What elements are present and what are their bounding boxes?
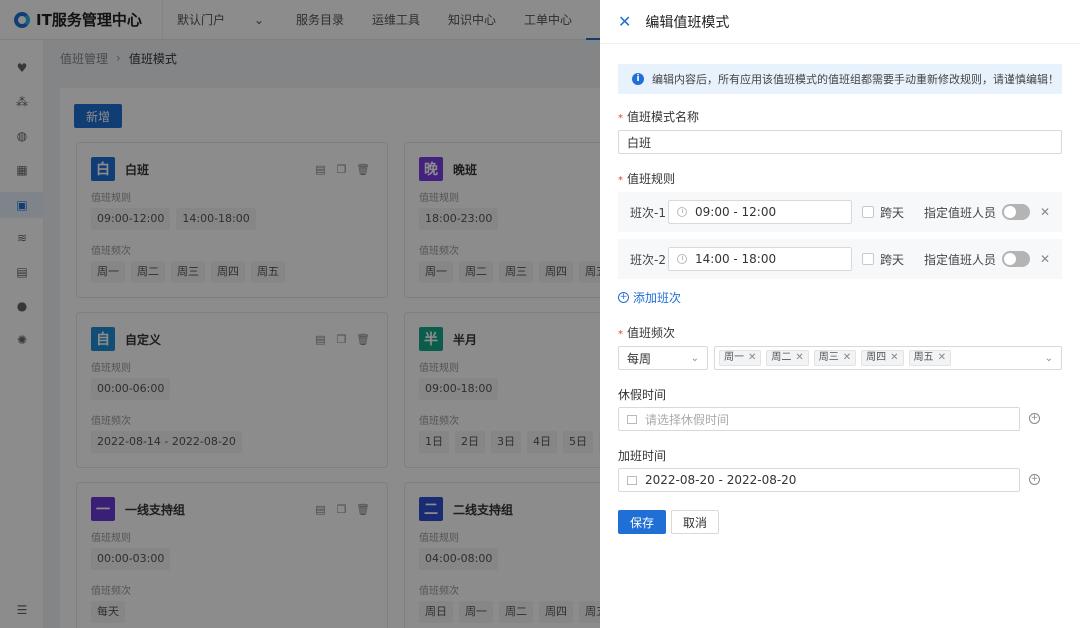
time-range-value: 14:00 - 18:00 <box>695 252 777 266</box>
add-shift-link[interactable]: + 添加班次 <box>618 289 681 306</box>
info-icon: i <box>632 73 644 85</box>
day-tag: 周五 ✕ <box>908 350 951 366</box>
required-mark: * <box>618 329 623 340</box>
name-label: * 值班模式名称 <box>618 108 699 125</box>
time-range-value: 09:00 - 12:00 <box>695 205 777 219</box>
tag-close-icon[interactable]: ✕ <box>938 352 946 363</box>
holiday-label: 休假时间 <box>618 388 667 402</box>
day-tag: 周一 ✕ <box>719 350 762 366</box>
cross-day-label: 跨天 <box>880 252 905 267</box>
time-range-input[interactable]: 09:00 - 12:00 <box>668 200 852 224</box>
assign-toggle[interactable] <box>1002 204 1031 220</box>
calendar-icon <box>627 475 637 485</box>
required-mark: * <box>618 175 623 186</box>
shift-row: 班次-1 09:00 - 12:00 跨天 指定值班人员 ✕ <box>618 192 1062 232</box>
shift-row: 班次-2 14:00 - 18:00 跨天 指定值班人员 ✕ <box>618 239 1062 279</box>
notice-text: 编辑内容后，所有应用该值班模式的值班组都需要手动重新修改规则，请谨慎编辑！ <box>652 73 1059 86</box>
cancel-button[interactable]: 取消 <box>671 510 719 534</box>
name-value: 白班 <box>627 135 652 150</box>
freq-label: * 值班频次 <box>618 324 675 341</box>
shift-name: 班次-1 <box>630 205 666 220</box>
chevron-down-icon: ⌄ <box>1044 352 1053 364</box>
add-overtime-icon[interactable]: + <box>1029 474 1040 485</box>
freq-label-text: 值班频次 <box>627 326 676 340</box>
remove-shift-icon[interactable]: ✕ <box>1040 205 1050 219</box>
assign-toggle[interactable] <box>1002 251 1031 267</box>
clock-icon <box>677 254 687 264</box>
overtime-label: 加班时间 <box>618 449 667 463</box>
overtime-date-input[interactable]: 2022-08-20 - 2022-08-20 <box>618 468 1020 492</box>
clock-icon <box>677 207 687 217</box>
freq-type-value: 每周 <box>627 351 652 366</box>
freq-days-select[interactable]: 周一 ✕ 周二 ✕ 周三 ✕ 周四 ✕ 周五 ✕ ⌄ <box>714 346 1062 370</box>
add-holiday-icon[interactable]: + <box>1029 413 1040 424</box>
day-tag: 周三 ✕ <box>813 350 857 366</box>
holiday-placeholder: 请选择休假时间 <box>645 412 730 427</box>
name-input[interactable]: 白班 <box>618 130 1062 154</box>
close-icon[interactable]: ✕ <box>618 12 631 31</box>
drawer-header: ✕ 编辑值班模式 <box>600 0 1080 44</box>
tag-close-icon[interactable]: ✕ <box>748 352 756 363</box>
warning-notice: i 编辑内容后，所有应用该值班模式的值班组都需要手动重新修改规则，请谨慎编辑！ <box>618 64 1062 94</box>
add-shift-label: 添加班次 <box>633 291 682 305</box>
remove-shift-icon[interactable]: ✕ <box>1040 252 1050 266</box>
shift-name: 班次-2 <box>630 252 666 267</box>
cross-day-checkbox[interactable] <box>862 206 874 218</box>
day-tag: 周二 ✕ <box>766 350 809 366</box>
assign-label: 指定值班人员 <box>924 205 997 220</box>
drawer-title: 编辑值班模式 <box>645 14 730 31</box>
rules-label: * 值班规则 <box>618 170 675 187</box>
save-button[interactable]: 保存 <box>618 510 666 534</box>
freq-type-select[interactable]: 每周 ⌄ <box>618 346 708 370</box>
calendar-icon <box>627 414 637 424</box>
day-tag: 周四 ✕ <box>861 350 904 366</box>
cross-day-checkbox[interactable] <box>862 253 874 265</box>
overtime-value: 2022-08-20 - 2022-08-20 <box>645 473 797 487</box>
plus-circle-icon: + <box>618 292 629 303</box>
tag-close-icon[interactable]: ✕ <box>795 352 803 363</box>
time-range-input[interactable]: 14:00 - 18:00 <box>668 247 852 271</box>
tag-close-icon[interactable]: ✕ <box>843 352 851 363</box>
chevron-down-icon: ⌄ <box>690 352 699 364</box>
rules-label-text: 值班规则 <box>627 172 676 186</box>
cross-day-label: 跨天 <box>880 205 905 220</box>
name-label-text: 值班模式名称 <box>627 110 700 124</box>
assign-label: 指定值班人员 <box>924 252 997 267</box>
holiday-date-input[interactable]: 请选择休假时间 <box>618 407 1020 431</box>
tag-close-icon[interactable]: ✕ <box>890 352 898 363</box>
required-mark: * <box>618 113 623 124</box>
edit-drawer: ✕ 编辑值班模式 i 编辑内容后，所有应用该值班模式的值班组都需要手动重新修改规… <box>600 0 1080 628</box>
